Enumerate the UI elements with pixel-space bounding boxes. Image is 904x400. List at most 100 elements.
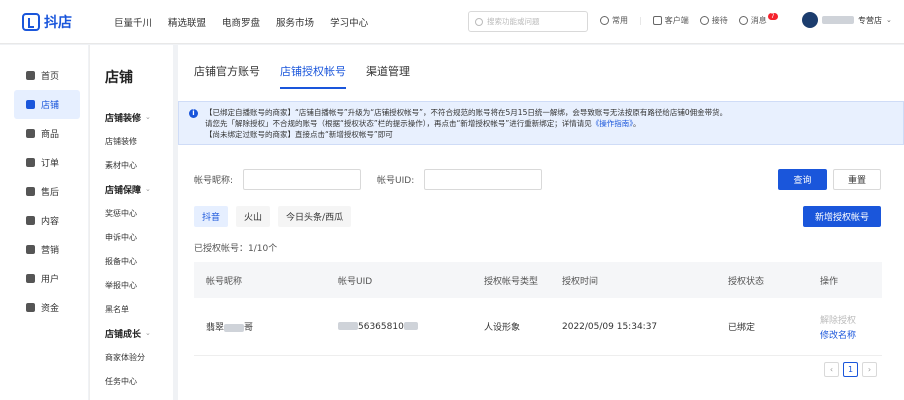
topnav-compass[interactable]: 电商罗盘 <box>222 15 260 29</box>
subnav-item-blacklist[interactable]: 黑名单 <box>90 297 173 321</box>
monitor-icon <box>652 16 662 25</box>
col-type: 授权帐号类型 <box>484 276 539 287</box>
order-icon <box>26 158 35 167</box>
goods-icon <box>26 129 35 138</box>
receive-button[interactable]: 接待 <box>699 15 728 26</box>
nickname-input[interactable] <box>243 169 362 190</box>
top-bar: 抖店 巨量千川 精选联盟 电商罗盘 服务市场 学习中心 搜索功能或问题 常用 |… <box>0 0 904 44</box>
notice-banner: i 【已绑定自播账号的商家】“店铺自播帐号”升级为“店铺授权帐号”，不符合规范的… <box>178 101 904 145</box>
nav-item-marketing[interactable]: 营销 <box>0 235 88 264</box>
main-panel: 店铺官方账号 店铺授权帐号 渠道管理 i 【已绑定自播账号的商家】“店铺自播帐号… <box>178 45 904 400</box>
table-header: 帐号昵称 帐号UID 授权帐号类型 授权时间 授权状态 操作 <box>194 262 882 298</box>
clock-icon <box>600 16 609 25</box>
subnav-item-report[interactable]: 举报中心 <box>90 273 173 297</box>
subnav-group-growth[interactable]: 店铺成长 ⌄ <box>90 321 173 345</box>
tab-authorized-account[interactable]: 店铺授权帐号 <box>280 63 346 89</box>
accounts-table: 帐号昵称 帐号UID 授权帐号类型 授权时间 授权状态 操作 翡翠 哥 56365… <box>194 262 882 356</box>
subnav-item-decoration[interactable]: 店铺装修 <box>90 129 173 153</box>
platform-toutiao[interactable]: 今日头条/西瓜 <box>278 206 352 227</box>
nav-item-store[interactable]: 店铺 <box>14 90 80 119</box>
cell-nickname: 翡翠 哥 <box>194 320 324 333</box>
client-label: 客户端 <box>664 16 689 25</box>
cell-status: 已绑定 <box>728 323 756 333</box>
notice-line-1: 【已绑定自播账号的商家】“店铺自播帐号”升级为“店铺授权帐号”，不符合规范的账号… <box>205 108 728 117</box>
uid-input[interactable] <box>424 169 543 190</box>
nav-label: 内容 <box>41 217 60 227</box>
subnav-item-experience-score[interactable]: 商家体验分 <box>90 345 173 369</box>
col-actions: 操作 <box>820 276 839 287</box>
nav-label: 用户 <box>41 275 60 285</box>
rename-link[interactable]: 修改名称 <box>820 328 882 341</box>
unbind-link[interactable]: 解除授权 <box>820 313 882 326</box>
uid-label: 帐号UID: <box>377 176 415 186</box>
chevron-down-icon: ⌄ <box>145 113 151 121</box>
query-button[interactable]: 查询 <box>778 169 827 190</box>
authorized-count: 已授权帐号：1/10个 <box>194 244 278 254</box>
after-sale-icon <box>26 187 35 196</box>
subnav-item-appeals[interactable]: 申诉中心 <box>90 225 173 249</box>
subnav-group-decoration[interactable]: 店铺装修 ⌄ <box>90 105 173 129</box>
left-nav: 首页 店铺 商品 订单 售后 内容 营销 用户 资金 <box>0 45 88 400</box>
reset-button[interactable]: 重置 <box>833 169 881 190</box>
nav-item-goods[interactable]: 商品 <box>0 119 88 148</box>
tab-official-account[interactable]: 店铺官方账号 <box>194 63 260 89</box>
nav-label: 营销 <box>41 246 60 256</box>
page-1-button[interactable]: 1 <box>843 362 858 377</box>
notice-text: 请您先「解除授权」不合规的账号（根据“授权状态”栏的提示操作），再点击“新增授权… <box>205 119 592 128</box>
nav-item-order[interactable]: 订单 <box>0 148 88 177</box>
top-nav: 巨量千川 精选联盟 电商罗盘 服务市场 学习中心 <box>114 15 368 29</box>
guide-link[interactable]: 《操作指南》 <box>592 119 633 128</box>
message-button[interactable]: 消息 7 <box>738 13 778 26</box>
nav-item-user[interactable]: 用户 <box>0 264 88 293</box>
subnav-item-tasks[interactable]: 任务中心 <box>90 369 173 393</box>
add-authorized-account-button[interactable]: 新增授权帐号 <box>803 206 881 227</box>
topnav-alliance[interactable]: 精选联盟 <box>168 15 206 29</box>
search-icon <box>475 17 483 26</box>
platform-tabs: 抖音 火山 今日头条/西瓜 <box>194 206 352 227</box>
platform-douyin[interactable]: 抖音 <box>194 206 229 227</box>
receive-label: 接待 <box>711 16 728 25</box>
client-button[interactable]: 客户端 <box>652 15 689 26</box>
search-input[interactable]: 搜索功能或问题 <box>468 11 588 32</box>
nav-item-content[interactable]: 内容 <box>0 206 88 235</box>
group-label: 店铺成长 <box>105 329 142 340</box>
subnav-item-rewards[interactable]: 奖惩中心 <box>90 201 173 225</box>
notice-line-3: 【尚未绑定过账号的商家】直接点击“新增授权帐号”即可 <box>205 130 393 139</box>
nav-label: 首页 <box>41 72 60 82</box>
topnav-market[interactable]: 服务市场 <box>276 15 314 29</box>
subnav-item-filing[interactable]: 报备中心 <box>90 249 173 273</box>
content-icon <box>26 216 35 225</box>
group-label: 店铺装修 <box>105 113 142 124</box>
chevron-down-icon: ⌄ <box>886 16 892 24</box>
logo[interactable]: 抖店 <box>22 12 72 32</box>
prev-page-button[interactable]: ‹ <box>824 362 839 377</box>
platform-huoshan[interactable]: 火山 <box>236 206 271 227</box>
nickname-label: 帐号昵称: <box>194 176 234 186</box>
notice-line-2: 请您先「解除授权」不合规的账号（根据“授权状态”栏的提示操作），再点击“新增授权… <box>205 118 903 129</box>
uid-part: 56365810 <box>358 321 404 332</box>
subnav-item-materials[interactable]: 素材中心 <box>90 153 173 177</box>
nav-item-funds[interactable]: 资金 <box>0 293 88 322</box>
nav-label: 商品 <box>41 130 60 140</box>
marketing-icon <box>26 245 35 254</box>
topnav-qianchuan[interactable]: 巨量千川 <box>114 15 152 29</box>
user-menu[interactable]: 专营店 ⌄ <box>802 12 892 28</box>
funds-icon <box>26 303 35 312</box>
home-icon <box>26 71 35 80</box>
col-uid: 帐号UID <box>338 276 373 287</box>
tab-channel-management[interactable]: 渠道管理 <box>366 63 410 89</box>
nav-label: 资金 <box>41 304 60 314</box>
subnav-group-guarantee[interactable]: 店铺保障 ⌄ <box>90 177 173 201</box>
group-label: 店铺保障 <box>105 185 142 196</box>
store-icon <box>26 100 35 109</box>
table-row: 翡翠 哥 56365810 人设形象 2022/05/09 15:34:37 已绑… <box>194 298 882 356</box>
chevron-down-icon: ⌄ <box>145 329 151 337</box>
next-page-button[interactable]: › <box>862 362 877 377</box>
nav-item-after-sale[interactable]: 售后 <box>0 177 88 206</box>
search-placeholder: 搜索功能或问题 <box>487 17 540 26</box>
uid-redacted <box>403 322 418 330</box>
nav-item-home[interactable]: 首页 <box>0 61 88 90</box>
topnav-learning[interactable]: 学习中心 <box>330 15 368 29</box>
notice-text: 。 <box>633 119 641 128</box>
common-button[interactable]: 常用 <box>600 15 628 26</box>
